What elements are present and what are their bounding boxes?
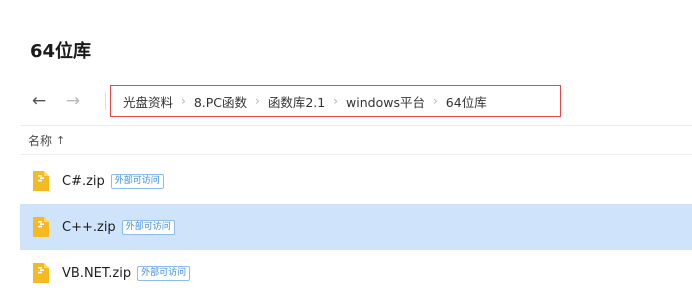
file-row[interactable]: C#.zip 外部可访问 — [20, 158, 692, 204]
file-name[interactable]: C++.zip — [62, 220, 116, 235]
file-name[interactable]: VB.NET.zip — [62, 266, 131, 281]
chevron-right-icon: › — [333, 94, 339, 108]
page-title: 64位库 — [30, 41, 92, 62]
name-column-header[interactable]: 名称 ↑ — [28, 128, 65, 152]
zip-file-icon — [32, 262, 50, 284]
sort-ascending-icon: ↑ — [56, 133, 66, 147]
file-row[interactable]: VB.NET.zip 外部可访问 — [20, 250, 692, 296]
chevron-right-icon: › — [181, 94, 186, 108]
divider — [20, 154, 692, 155]
breadcrumb-item[interactable]: windows平台 — [346, 92, 425, 111]
zip-file-icon — [32, 170, 50, 192]
zip-file-icon — [32, 216, 50, 238]
title-bar: 64位库 — [0, 0, 692, 80]
breadcrumb-item[interactable]: 光盘资料 — [123, 92, 173, 111]
navigation-row: ← → 光盘资料 › 8.PC函数 › 函数库2.1 › windows平台 ›… — [0, 84, 692, 120]
nav-divider — [105, 93, 106, 110]
breadcrumb-item[interactable]: 8.PC函数 — [194, 92, 247, 111]
forward-arrow-icon[interactable]: → — [62, 90, 84, 112]
file-row-selected[interactable]: C++.zip 外部可访问 — [20, 204, 692, 250]
breadcrumb-item[interactable]: 函数库2.1 — [268, 92, 325, 111]
name-column-label: 名称 — [28, 133, 53, 148]
breadcrumb-item-current[interactable]: 64位库 — [446, 92, 487, 111]
access-badge: 外部可访问 — [121, 219, 175, 235]
chevron-right-icon: › — [432, 94, 438, 108]
back-arrow-icon[interactable]: ← — [28, 90, 50, 112]
divider — [20, 125, 692, 126]
chevron-right-icon: › — [255, 94, 260, 108]
access-badge: 外部可访问 — [110, 173, 164, 189]
breadcrumb: 光盘资料 › 8.PC函数 › 函数库2.1 › windows平台 › 64位… — [110, 85, 561, 117]
file-name[interactable]: C#.zip — [62, 174, 105, 189]
access-badge: 外部可访问 — [137, 265, 191, 281]
